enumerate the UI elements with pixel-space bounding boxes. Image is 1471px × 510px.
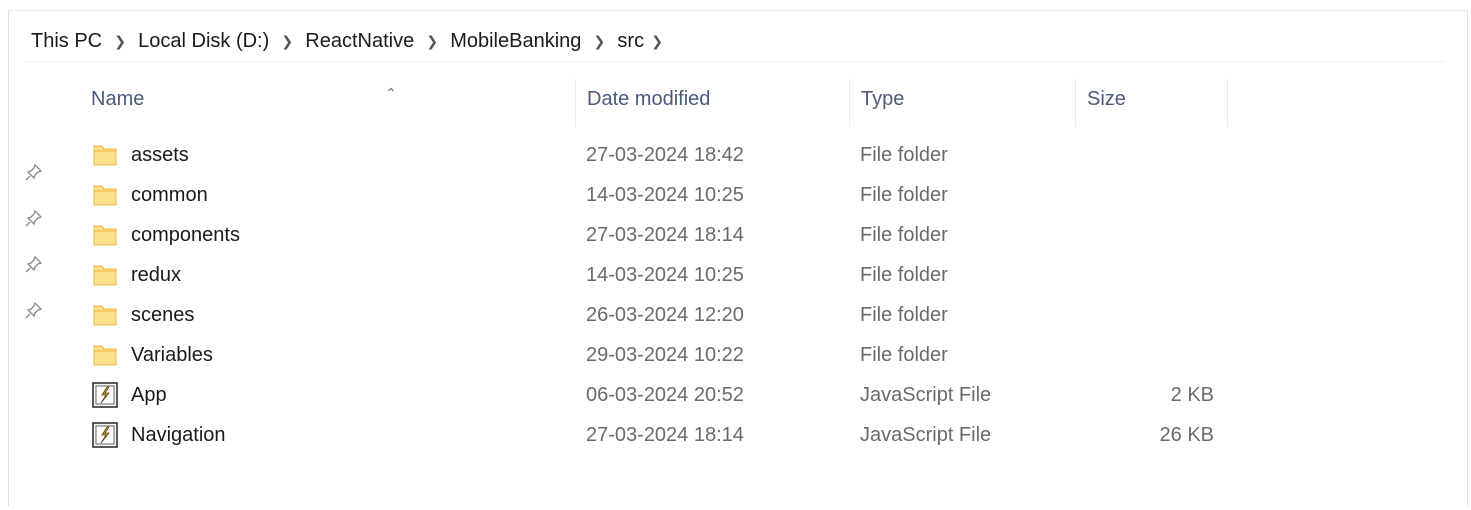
file-type: File folder — [860, 264, 948, 286]
breadcrumb-mobilebanking[interactable]: MobileBanking — [448, 30, 583, 53]
column-header-type[interactable]: Type — [849, 79, 1075, 119]
file-list-row[interactable]: Navigation 27-03-2024 18:14 JavaScript Fil… — [9, 415, 1469, 455]
file-list-row[interactable]: components 27-03-2024 18:14 File folder — [9, 215, 1469, 255]
file-list-row[interactable]: App 06-03-2024 20:52 JavaScript File 2 KB — [9, 375, 1469, 415]
folder-icon — [91, 221, 119, 249]
file-name: App — [131, 384, 167, 406]
file-name: components — [131, 224, 240, 246]
file-size — [1077, 215, 1214, 255]
breadcrumb-reactnative[interactable]: ReactNative — [303, 30, 416, 53]
folder-icon — [91, 261, 119, 289]
column-header-size[interactable]: Size — [1075, 79, 1227, 119]
chevron-right-icon[interactable]: ❯ — [583, 33, 615, 50]
file-size — [1077, 335, 1214, 375]
breadcrumb-this-pc[interactable]: This PC — [29, 30, 104, 53]
chevron-right-icon[interactable]: ❯ — [104, 33, 136, 50]
file-name-cell[interactable]: scenes — [91, 295, 571, 335]
breadcrumb-local-disk[interactable]: Local Disk (D:) — [136, 30, 271, 53]
file-name: scenes — [131, 304, 195, 326]
file-size — [1077, 175, 1214, 215]
column-header-date-label: Date modified — [587, 88, 711, 110]
file-name: Navigation — [131, 424, 226, 446]
file-list: assets 27-03-2024 18:42 File folder common 1… — [9, 135, 1469, 455]
sort-ascending-icon: ⌃ — [385, 85, 397, 101]
file-date-modified: 29-03-2024 10:22 — [586, 344, 744, 366]
file-list-row[interactable]: redux 14-03-2024 10:25 File folder — [9, 255, 1469, 295]
folder-icon — [91, 341, 119, 369]
file-date-modified: 14-03-2024 10:25 — [586, 264, 744, 286]
file-list-row[interactable]: common 14-03-2024 10:25 File folder — [9, 175, 1469, 215]
file-name: common — [131, 184, 208, 206]
folder-icon — [91, 181, 119, 209]
javascript-file-icon — [91, 421, 119, 449]
file-name-cell[interactable]: redux — [91, 255, 571, 295]
file-date-modified: 27-03-2024 18:42 — [586, 144, 744, 166]
javascript-file-icon — [91, 381, 119, 409]
chevron-right-icon[interactable]: ❯ — [271, 33, 303, 50]
file-name: redux — [131, 264, 182, 286]
file-type: File folder — [860, 344, 948, 366]
file-name-cell[interactable]: common — [91, 175, 571, 215]
file-date-modified: 27-03-2024 18:14 — [586, 424, 744, 446]
breadcrumb-divider — [25, 61, 1445, 62]
folder-icon — [91, 141, 119, 169]
chevron-right-icon[interactable]: ❯ — [416, 33, 448, 50]
column-header-type-label: Type — [861, 88, 905, 110]
breadcrumb-src[interactable]: src — [615, 30, 646, 53]
file-type: File folder — [860, 184, 948, 206]
file-size — [1077, 135, 1214, 175]
breadcrumb: This PC ❯ Local Disk (D:) ❯ ReactNative … — [29, 25, 668, 57]
column-header-size-label: Size — [1087, 88, 1126, 110]
file-date-modified: 27-03-2024 18:14 — [586, 224, 744, 246]
file-name: assets — [131, 144, 189, 166]
file-date-modified: 14-03-2024 10:25 — [586, 184, 744, 206]
file-name-cell[interactable]: App — [91, 375, 571, 415]
file-date-modified: 26-03-2024 12:20 — [586, 304, 744, 326]
column-header-name[interactable]: Name ⌃ — [79, 79, 575, 119]
file-explorer-window: This PC ❯ Local Disk (D:) ❯ ReactNative … — [8, 10, 1468, 506]
file-size: 2 KB — [1170, 384, 1214, 406]
file-name-cell[interactable]: Variables — [91, 335, 571, 375]
column-header-name-label: Name — [91, 88, 145, 110]
file-list-row[interactable]: assets 27-03-2024 18:42 File folder — [9, 135, 1469, 175]
file-size — [1077, 295, 1214, 335]
file-name: Variables — [131, 344, 213, 366]
file-type: JavaScript File — [860, 384, 992, 406]
column-header-date-modified[interactable]: Date modified — [575, 79, 849, 119]
file-list-row[interactable]: scenes 26-03-2024 12:20 File folder — [9, 295, 1469, 335]
file-date-modified: 06-03-2024 20:52 — [586, 384, 744, 406]
file-list-row[interactable]: Variables 29-03-2024 10:22 File folder — [9, 335, 1469, 375]
file-type: File folder — [860, 144, 948, 166]
folder-icon — [91, 301, 119, 329]
file-size: 26 KB — [1159, 424, 1214, 446]
file-type: JavaScript File — [860, 424, 992, 446]
chevron-right-icon[interactable]: ❯ — [646, 33, 668, 50]
file-size — [1077, 255, 1214, 295]
column-header-row: Name ⌃ Date modified Type Size — [9, 79, 1469, 127]
file-name-cell[interactable]: components — [91, 215, 571, 255]
file-name-cell[interactable]: assets — [91, 135, 571, 175]
file-type: File folder — [860, 304, 948, 326]
file-type: File folder — [860, 224, 948, 246]
file-name-cell[interactable]: Navigation — [91, 415, 571, 455]
column-divider[interactable] — [1227, 79, 1228, 127]
